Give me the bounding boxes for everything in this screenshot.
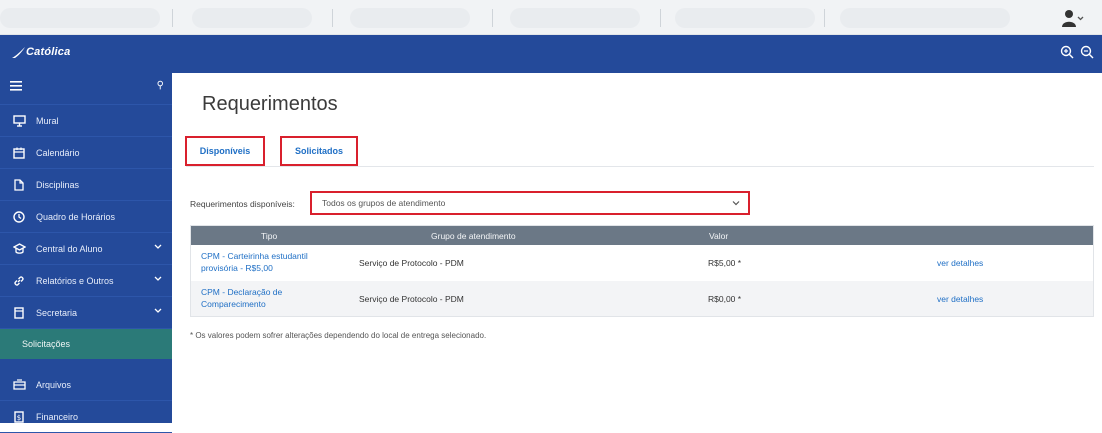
sidebar-item-calendario[interactable]: Calendário [0, 137, 172, 169]
sidebar-item-label: Mural [36, 115, 59, 126]
select-value: Todos os grupos de atendimento [322, 198, 446, 208]
sidebar-item-label: Central do Aluno [36, 243, 103, 254]
books-icon [12, 178, 26, 192]
row-tipo-link[interactable]: CPM - Declaração de Comparecimento [201, 286, 341, 310]
tab-separator [492, 9, 493, 27]
ver-detalhes-link[interactable]: ver detalhes [937, 294, 983, 304]
row-grupo: Serviço de Protocolo - PDM [359, 294, 464, 304]
sidebar-item-relatorios-e-outros[interactable]: Relatórios e Outros [0, 265, 172, 297]
tab-separator [660, 9, 661, 27]
table-row: CPM - Declaração de Comparecimento Servi… [191, 281, 1093, 316]
zoom-out-icon[interactable] [1080, 45, 1094, 59]
sidebar-item-mural[interactable]: Mural [0, 105, 172, 137]
link-icon [12, 274, 26, 288]
chevron-down-icon [732, 201, 740, 206]
chevron-down-icon [154, 308, 162, 313]
sidebar-item-label: Disciplinas [36, 179, 80, 190]
sidebar-item-label: Arquivos [36, 379, 72, 390]
tab-disponiveis[interactable]: Disponíveis [185, 136, 265, 166]
browser-tab[interactable] [350, 8, 470, 28]
sidebar-item-label: Relatórios e Outros [36, 275, 114, 286]
row-grupo: Serviço de Protocolo - PDM [359, 258, 464, 268]
browser-tab[interactable] [0, 8, 160, 28]
page-title: Requerimentos [202, 93, 338, 115]
pin-icon[interactable]: ⚲ [157, 80, 164, 91]
sidebar-item-central-do-aluno[interactable]: Central do Aluno [0, 233, 172, 265]
user-icon[interactable] [1062, 9, 1084, 27]
values-note: * Os valores podem sofrer alterações dep… [190, 331, 487, 340]
ver-detalhes-link[interactable]: ver detalhes [937, 258, 983, 268]
app-header: Católica [0, 35, 1102, 73]
table-header: Tipo Grupo de atendimento Valor [191, 226, 1093, 245]
sidebar-item-quadro-de-horarios[interactable]: Quadro de Horários [0, 201, 172, 233]
row-valor: R$5,00 * [708, 258, 742, 268]
logo-swoosh-icon [12, 47, 25, 58]
column-header-valor: Valor [709, 231, 729, 241]
browser-tab[interactable] [192, 8, 312, 28]
column-header-grupo: Grupo de atendimento [431, 231, 516, 241]
logo[interactable]: Católica [26, 46, 70, 58]
folder-icon [12, 306, 26, 320]
tab-separator [824, 9, 825, 27]
sidebar-item-financeiro[interactable]: $ Financeiro [0, 401, 172, 433]
chevron-down-icon [154, 276, 162, 281]
tab-separator [172, 9, 173, 27]
calendar-icon [12, 146, 26, 160]
browser-tab[interactable] [675, 8, 815, 28]
requirements-table: Tipo Grupo de atendimento Valor CPM - Ca… [190, 225, 1094, 317]
filter-label: Requerimentos disponíveis: [190, 199, 295, 209]
sidebar-item-label: Financeiro [36, 411, 79, 422]
row-tipo-link[interactable]: CPM - Carteirinha estudantil provisória … [201, 250, 341, 274]
sidebar-item-label: Calendário [36, 147, 80, 158]
svg-text:$: $ [17, 414, 21, 422]
monitor-icon [12, 114, 26, 128]
browser-tab[interactable] [840, 8, 1010, 28]
column-header-tipo: Tipo [261, 231, 278, 241]
service-group-select[interactable]: Todos os grupos de atendimento [310, 191, 750, 215]
chevron-down-icon [154, 244, 162, 249]
hamburger-menu-icon[interactable] [10, 81, 22, 91]
tab-separator [332, 9, 333, 27]
sidebar-item-disciplinas[interactable]: Disciplinas [0, 169, 172, 201]
sidebar-subitem-solicitacoes[interactable]: Solicitações [0, 329, 172, 359]
sidebar: ⚲ Mural Calendário Disciplinas Quadro de… [0, 73, 172, 433]
sidebar-item-secretaria[interactable]: Secretaria [0, 297, 172, 329]
money-icon: $ [12, 410, 26, 424]
sidebar-item-arquivos[interactable]: Arquivos [0, 369, 172, 401]
browser-top-bar [0, 0, 1102, 35]
zoom-in-icon[interactable] [1060, 45, 1074, 59]
sidebar-subitem-label: Solicitações [22, 339, 71, 349]
sidebar-item-label: Quadro de Horários [36, 211, 116, 222]
sidebar-toggle-row: ⚲ [0, 73, 172, 105]
clock-icon [12, 210, 26, 224]
sidebar-item-label: Secretaria [36, 307, 78, 318]
browser-tab[interactable] [510, 8, 640, 28]
tab-solicitados[interactable]: Solicitados [280, 136, 358, 166]
tabs-divider [186, 166, 1094, 167]
table-row: CPM - Carteirinha estudantil provisória … [191, 245, 1093, 280]
main-content: Requerimentos Disponíveis Solicitados Re… [172, 73, 1102, 423]
student-icon [12, 242, 26, 256]
row-valor: R$0,00 * [708, 294, 742, 304]
cloud-icon [12, 378, 26, 392]
